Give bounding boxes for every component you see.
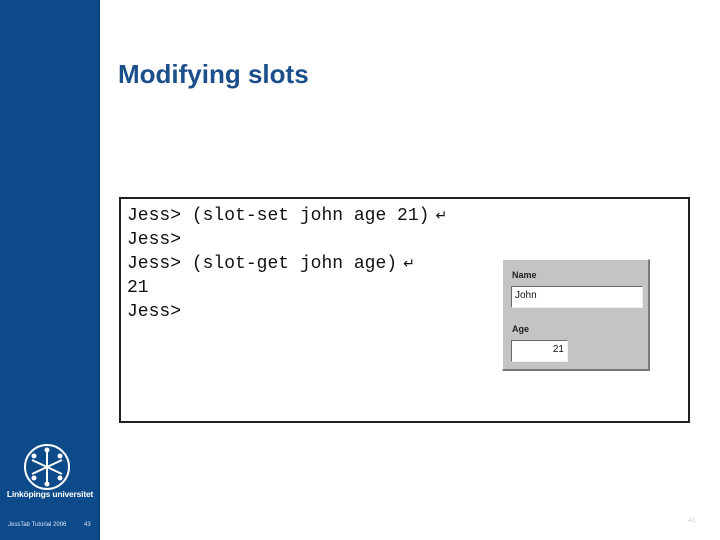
console-line: Jess> (slot-set john age 21) ↵	[127, 204, 447, 228]
jess-console: Jess> (slot-set john age 21) ↵ Jess> Jess…	[119, 197, 690, 423]
console-command: (slot-set john age 21)	[191, 206, 430, 226]
console-prompt: Jess>	[127, 302, 182, 322]
page-title: Modifying slots	[118, 59, 309, 89]
console-lines: Jess> (slot-set john age 21) ↵ Jess> Jess…	[127, 204, 447, 324]
console-line: Jess> (slot-get john age) ↵	[127, 252, 447, 276]
instance-form-panel: Name John Age 21	[502, 259, 650, 371]
console-output: 21	[127, 278, 149, 298]
console-command: (slot-get john age)	[191, 254, 398, 274]
sidebar: Linköpings universitet JessTab Tutorial …	[0, 0, 100, 540]
university-logo-icon	[24, 444, 70, 490]
enter-icon: ↵	[403, 256, 415, 272]
name-field[interactable]: John	[511, 286, 643, 308]
name-label: Name	[512, 270, 537, 280]
footer-course-name: JessTab Tutorial 2006	[8, 522, 67, 528]
console-line: Jess>	[127, 228, 447, 252]
console-prompt: Jess>	[127, 206, 182, 226]
footer-slide-number: 43	[84, 522, 91, 528]
console-prompt: Jess>	[127, 254, 182, 274]
footer-page-number: 43	[688, 518, 695, 524]
age-field[interactable]: 21	[511, 340, 568, 362]
university-name: Linköpings universitet	[6, 489, 94, 499]
enter-icon: ↵	[435, 208, 448, 224]
age-label: Age	[512, 324, 530, 334]
console-prompt: Jess>	[127, 230, 182, 250]
console-line: Jess>	[127, 300, 447, 324]
